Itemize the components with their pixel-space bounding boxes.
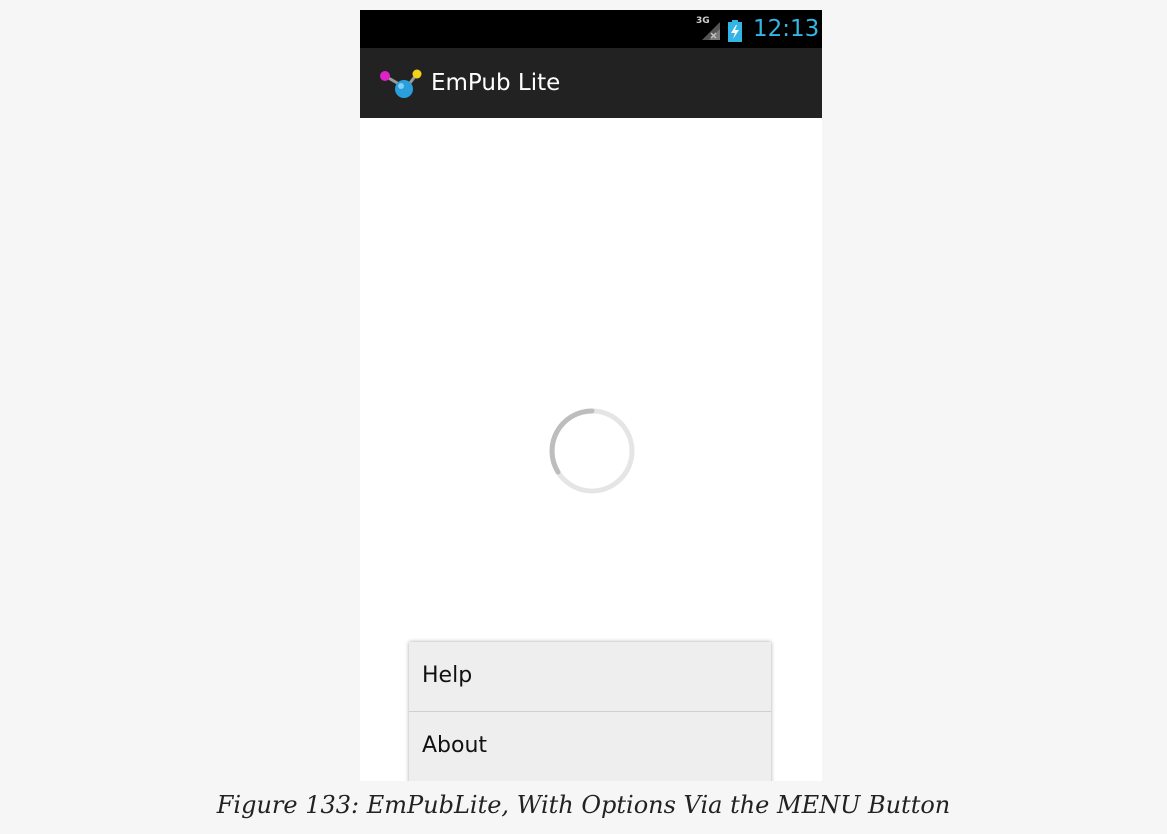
battery-charging-icon xyxy=(728,20,742,42)
menu-item-label: About xyxy=(422,733,488,758)
menu-item-label: Help xyxy=(422,663,473,688)
app-title: EmPub Lite xyxy=(431,70,561,96)
phone-screen: 3G 12:13 EmPub Lite Help About xyxy=(360,10,822,781)
figure-caption: Figure 133: EmPubLite, With Options Via … xyxy=(216,791,951,819)
menu-item-help[interactable]: Help xyxy=(409,642,771,711)
status-bar: 3G 12:13 xyxy=(360,10,822,48)
signal-icon xyxy=(702,22,720,40)
menu-item-about[interactable]: About xyxy=(409,712,771,781)
empub-logo-icon[interactable] xyxy=(378,68,424,100)
loading-spinner-icon xyxy=(549,408,635,494)
status-clock: 12:13 xyxy=(753,16,820,42)
action-bar: EmPub Lite xyxy=(360,48,822,118)
options-menu: Help About xyxy=(409,642,771,781)
network-indicator: 3G xyxy=(696,16,720,40)
